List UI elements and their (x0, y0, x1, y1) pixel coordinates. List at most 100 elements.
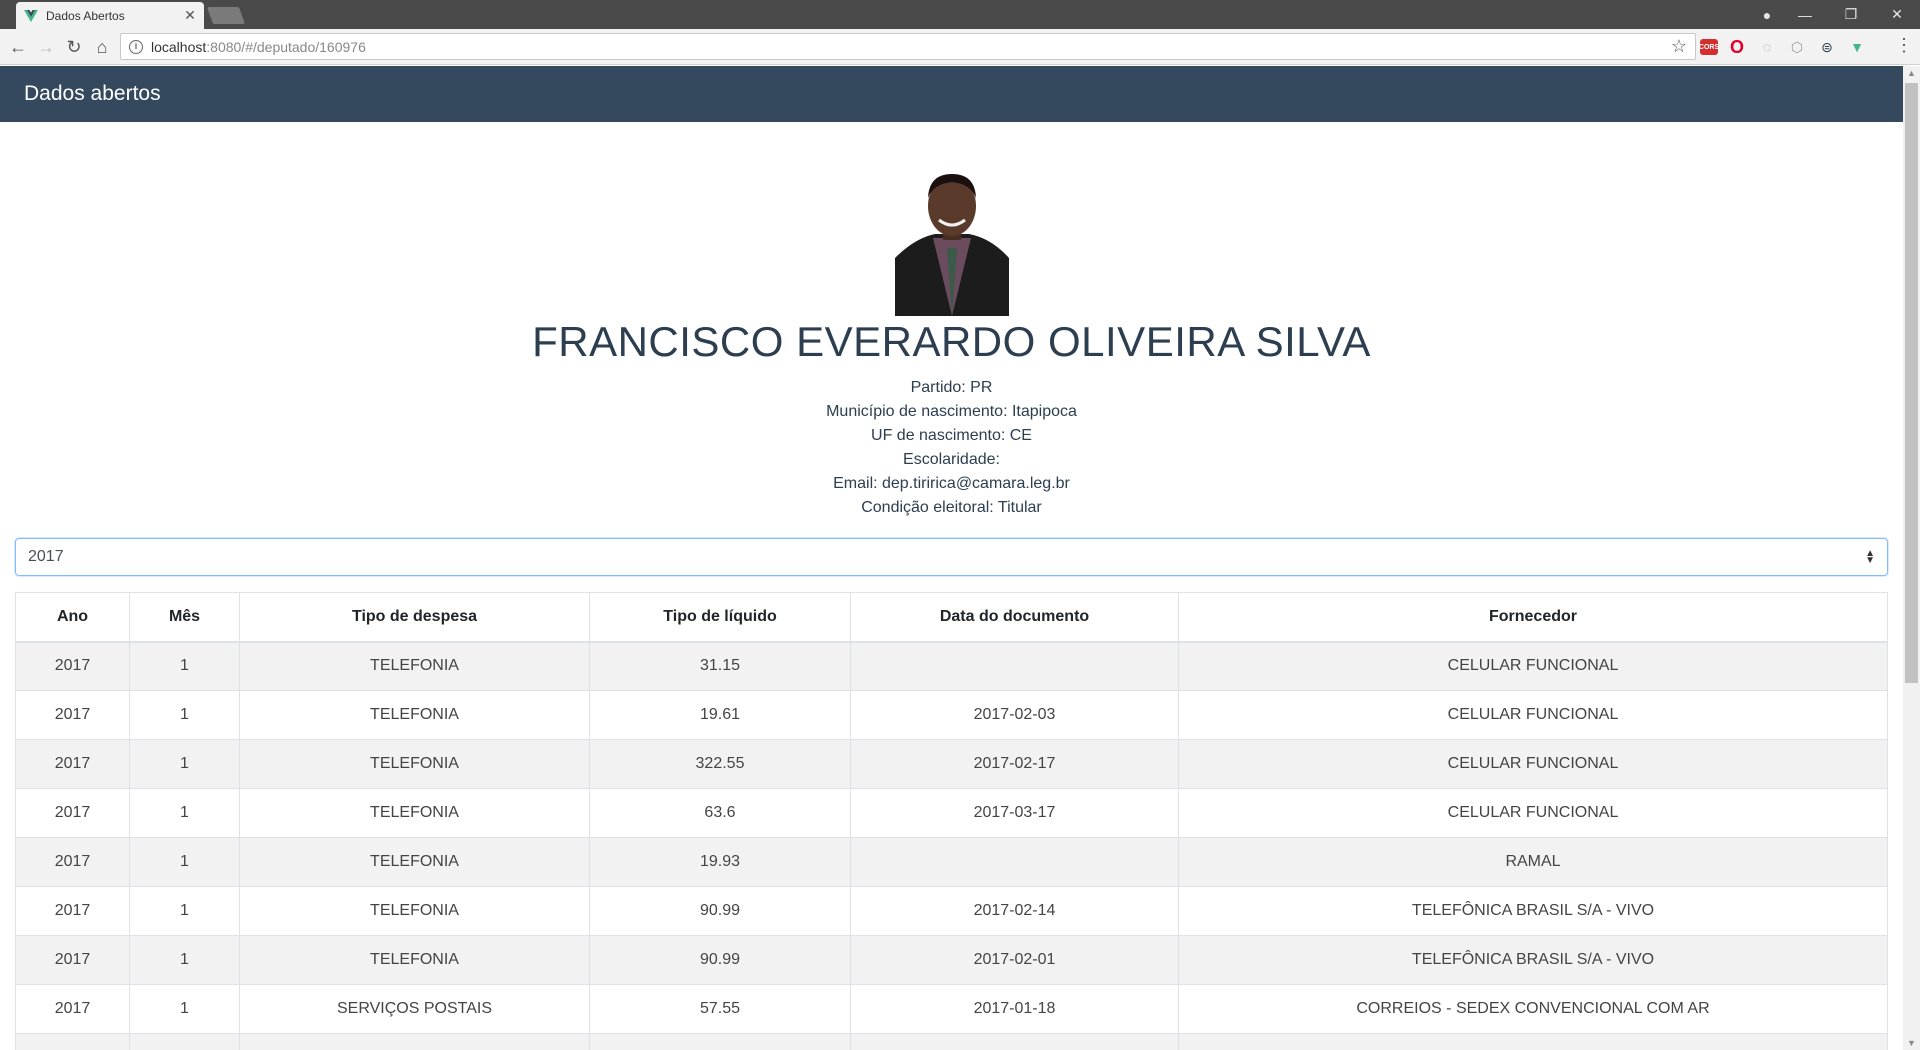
cors-extension-icon[interactable]: CORS (1699, 39, 1719, 55)
expenses-table-body: 2017 1 TELEFONIA 31.15 CELULAR FUNCIONAL 2017… (15, 641, 1888, 1050)
cell-fornecedor: CELULAR FUNCIONAL (1178, 739, 1888, 789)
cell-fornecedor: CORREIOS - SEDEX CONVENCIONAL COM AR (1178, 984, 1888, 1034)
tab-title: Dados Abertos (46, 8, 125, 23)
bookmark-star-icon[interactable]: ☆ (1671, 36, 1687, 57)
cell-data-documento: 2017-01-18 (850, 984, 1179, 1034)
deputy-electoral-status: Condição eleitoral: Titular (861, 499, 1042, 516)
circle-extension-icon[interactable]: ◌ (1756, 36, 1778, 58)
col-header-mes: Mês (129, 592, 240, 643)
cell-data-documento (850, 641, 1179, 691)
cell-tipo-despesa: TELEFONIA (239, 935, 590, 985)
year-select-value: 2017 (28, 548, 64, 565)
deputy-name: FRANCISCO EVERARDO OLIVEIRA SILVA (532, 318, 1371, 365)
cell-tipo-despesa: TELEFONIA (239, 837, 590, 887)
cell-data-documento: 2017-02-17 (850, 739, 1179, 789)
table-row: 2017 1 SERVIÇOS POSTAIS 57.55 2017-01-18 CORR… (15, 984, 1888, 1034)
cell-mes: 1 (129, 935, 240, 985)
forward-icon[interactable]: → (34, 35, 58, 59)
cell-data-documento: 2017-03-17 (850, 788, 1179, 838)
cell-fornecedor: CELULAR FUNCIONAL (1178, 788, 1888, 838)
sync-extension-icon[interactable]: ⊜ (1816, 36, 1838, 58)
table-row: 20171Emissão Bilhete Aéreo526.682017-01-… (15, 1033, 1888, 1050)
address-bar[interactable]: i localhost :8080/#/deputado/160976 ☆ (120, 33, 1696, 60)
cell-ano: 2017 (15, 837, 130, 887)
opera-extension-icon[interactable]: O (1726, 36, 1748, 58)
extension-icons: CORS O ◌ ⬡ ⊜ ▼ (1699, 36, 1868, 58)
cell-tipo-despesa: TELEFONIA (239, 690, 590, 740)
cell-mes: 1 (129, 1033, 240, 1050)
browser-toolbar: ← → ↻ ⌂ i localhost :8080/#/deputado/160… (0, 29, 1920, 65)
vue-favicon-icon (24, 9, 38, 22)
cell-data-documento: 2017-02-03 (850, 690, 1179, 740)
col-header-tipo-despesa: Tipo de despesa (239, 592, 590, 643)
cell-data-documento: 2017-01-02 (850, 1033, 1179, 1050)
close-window-icon[interactable]: ✕ (1874, 6, 1920, 23)
home-icon[interactable]: ⌂ (90, 35, 114, 59)
cell-tipo-liquido: 57.55 (589, 984, 851, 1034)
year-select[interactable]: 2017 ▲ ▼ (15, 538, 1888, 576)
cell-ano: 2017 (15, 935, 130, 985)
cell-tipo-liquido: 31.15 (589, 641, 851, 691)
cell-fornecedor: CELULAR FUNCIONAL (1178, 641, 1888, 691)
cell-fornecedor: CELULAR FUNCIONAL (1178, 690, 1888, 740)
scroll-down-icon[interactable]: ▼ (1903, 1038, 1920, 1048)
deputy-birth-city: Município de nascimento: Itapipoca (826, 403, 1077, 420)
cell-mes: 1 (129, 641, 240, 691)
app-brand[interactable]: Dados abertos (24, 82, 161, 106)
deputy-party: Partido: PR (910, 379, 993, 396)
browser-menu-icon[interactable]: ⋮ (1894, 35, 1914, 56)
new-tab-button[interactable] (206, 7, 246, 24)
page: Dados abertos FRANCISCO EVERARDO OLIVEIR… (0, 66, 1903, 1050)
cell-ano: 2017 (15, 641, 130, 691)
cell-mes: 1 (129, 690, 240, 740)
cell-tipo-liquido: 19.61 (589, 690, 851, 740)
scroll-up-icon[interactable]: ▲ (1903, 68, 1920, 78)
cell-fornecedor: TELEFÔNICA BRASIL S/A - VIVO (1178, 886, 1888, 936)
cell-tipo-liquido: 526.68 (589, 1033, 851, 1050)
cell-ano: 2017 (15, 886, 130, 936)
browser-tab[interactable]: Dados Abertos ✕ (16, 2, 204, 29)
vue-devtools-icon[interactable]: ▼ (1846, 36, 1868, 58)
cell-data-documento: 2017-02-01 (850, 935, 1179, 985)
cell-ano: 2017 (15, 1033, 130, 1050)
back-icon[interactable]: ← (6, 35, 30, 59)
hexagon-extension-icon[interactable]: ⬡ (1786, 36, 1808, 58)
page-scrollbar[interactable]: ▲ ▼ (1903, 66, 1920, 1050)
col-header-tipo-liquido: Tipo de líquido (589, 592, 851, 643)
cell-tipo-liquido: 90.99 (589, 935, 851, 985)
cell-ano: 2017 (15, 984, 130, 1034)
browser-tab-bar: Dados Abertos ✕ ● — ❐ ✕ (0, 0, 1920, 29)
minimize-icon[interactable]: — (1782, 7, 1828, 23)
deputy-birth-state: UF de nascimento: CE (871, 427, 1032, 444)
cell-mes: 1 (129, 984, 240, 1034)
deputy-info: Partido: PR Município de nascimento: Ita… (0, 376, 1903, 520)
table-header-row: Ano Mês Tipo de despesa Tipo de líquido … (15, 592, 1888, 643)
url-path: :8080/#/deputado/160976 (206, 38, 366, 55)
app-header: Dados abertos (0, 66, 1903, 122)
table-row: 2017 1 TELEFONIA 31.15 CELULAR FUNCIONAL (15, 641, 1888, 691)
cell-tipo-despesa: SERVIÇOS POSTAIS (239, 984, 590, 1034)
col-header-data-documento: Data do documento (850, 592, 1179, 643)
page-info-icon[interactable]: i (129, 39, 143, 54)
cell-tipo-despesa: TELEFONIA (239, 788, 590, 838)
restore-icon[interactable]: ❐ (1828, 6, 1874, 23)
table-row: 2017 1 TELEFONIA 19.93 RAMAL (15, 837, 1888, 887)
tab-close-icon[interactable]: ✕ (180, 7, 200, 24)
cell-fornecedor: Cia Aérea - GOL (1178, 1033, 1888, 1050)
cell-tipo-despesa: Emissão Bilhete Aéreo (239, 1033, 590, 1050)
scrollbar-thumb[interactable] (1905, 83, 1918, 683)
cell-tipo-despesa: TELEFONIA (239, 886, 590, 936)
cell-tipo-liquido: 19.93 (589, 837, 851, 887)
cell-mes: 1 (129, 886, 240, 936)
cell-ano: 2017 (15, 788, 130, 838)
cell-tipo-despesa: TELEFONIA (239, 739, 590, 789)
cell-ano: 2017 (15, 739, 130, 789)
cell-fornecedor: RAMAL (1178, 837, 1888, 887)
window-controls: ● — ❐ ✕ (1752, 0, 1920, 29)
select-arrows-icon: ▲ ▼ (1865, 548, 1875, 566)
cell-data-documento (850, 837, 1179, 887)
profile-icon[interactable]: ● (1752, 7, 1782, 23)
reload-icon[interactable]: ↻ (62, 35, 86, 59)
url-host: localhost (151, 38, 207, 55)
deputy-photo (894, 168, 1009, 316)
